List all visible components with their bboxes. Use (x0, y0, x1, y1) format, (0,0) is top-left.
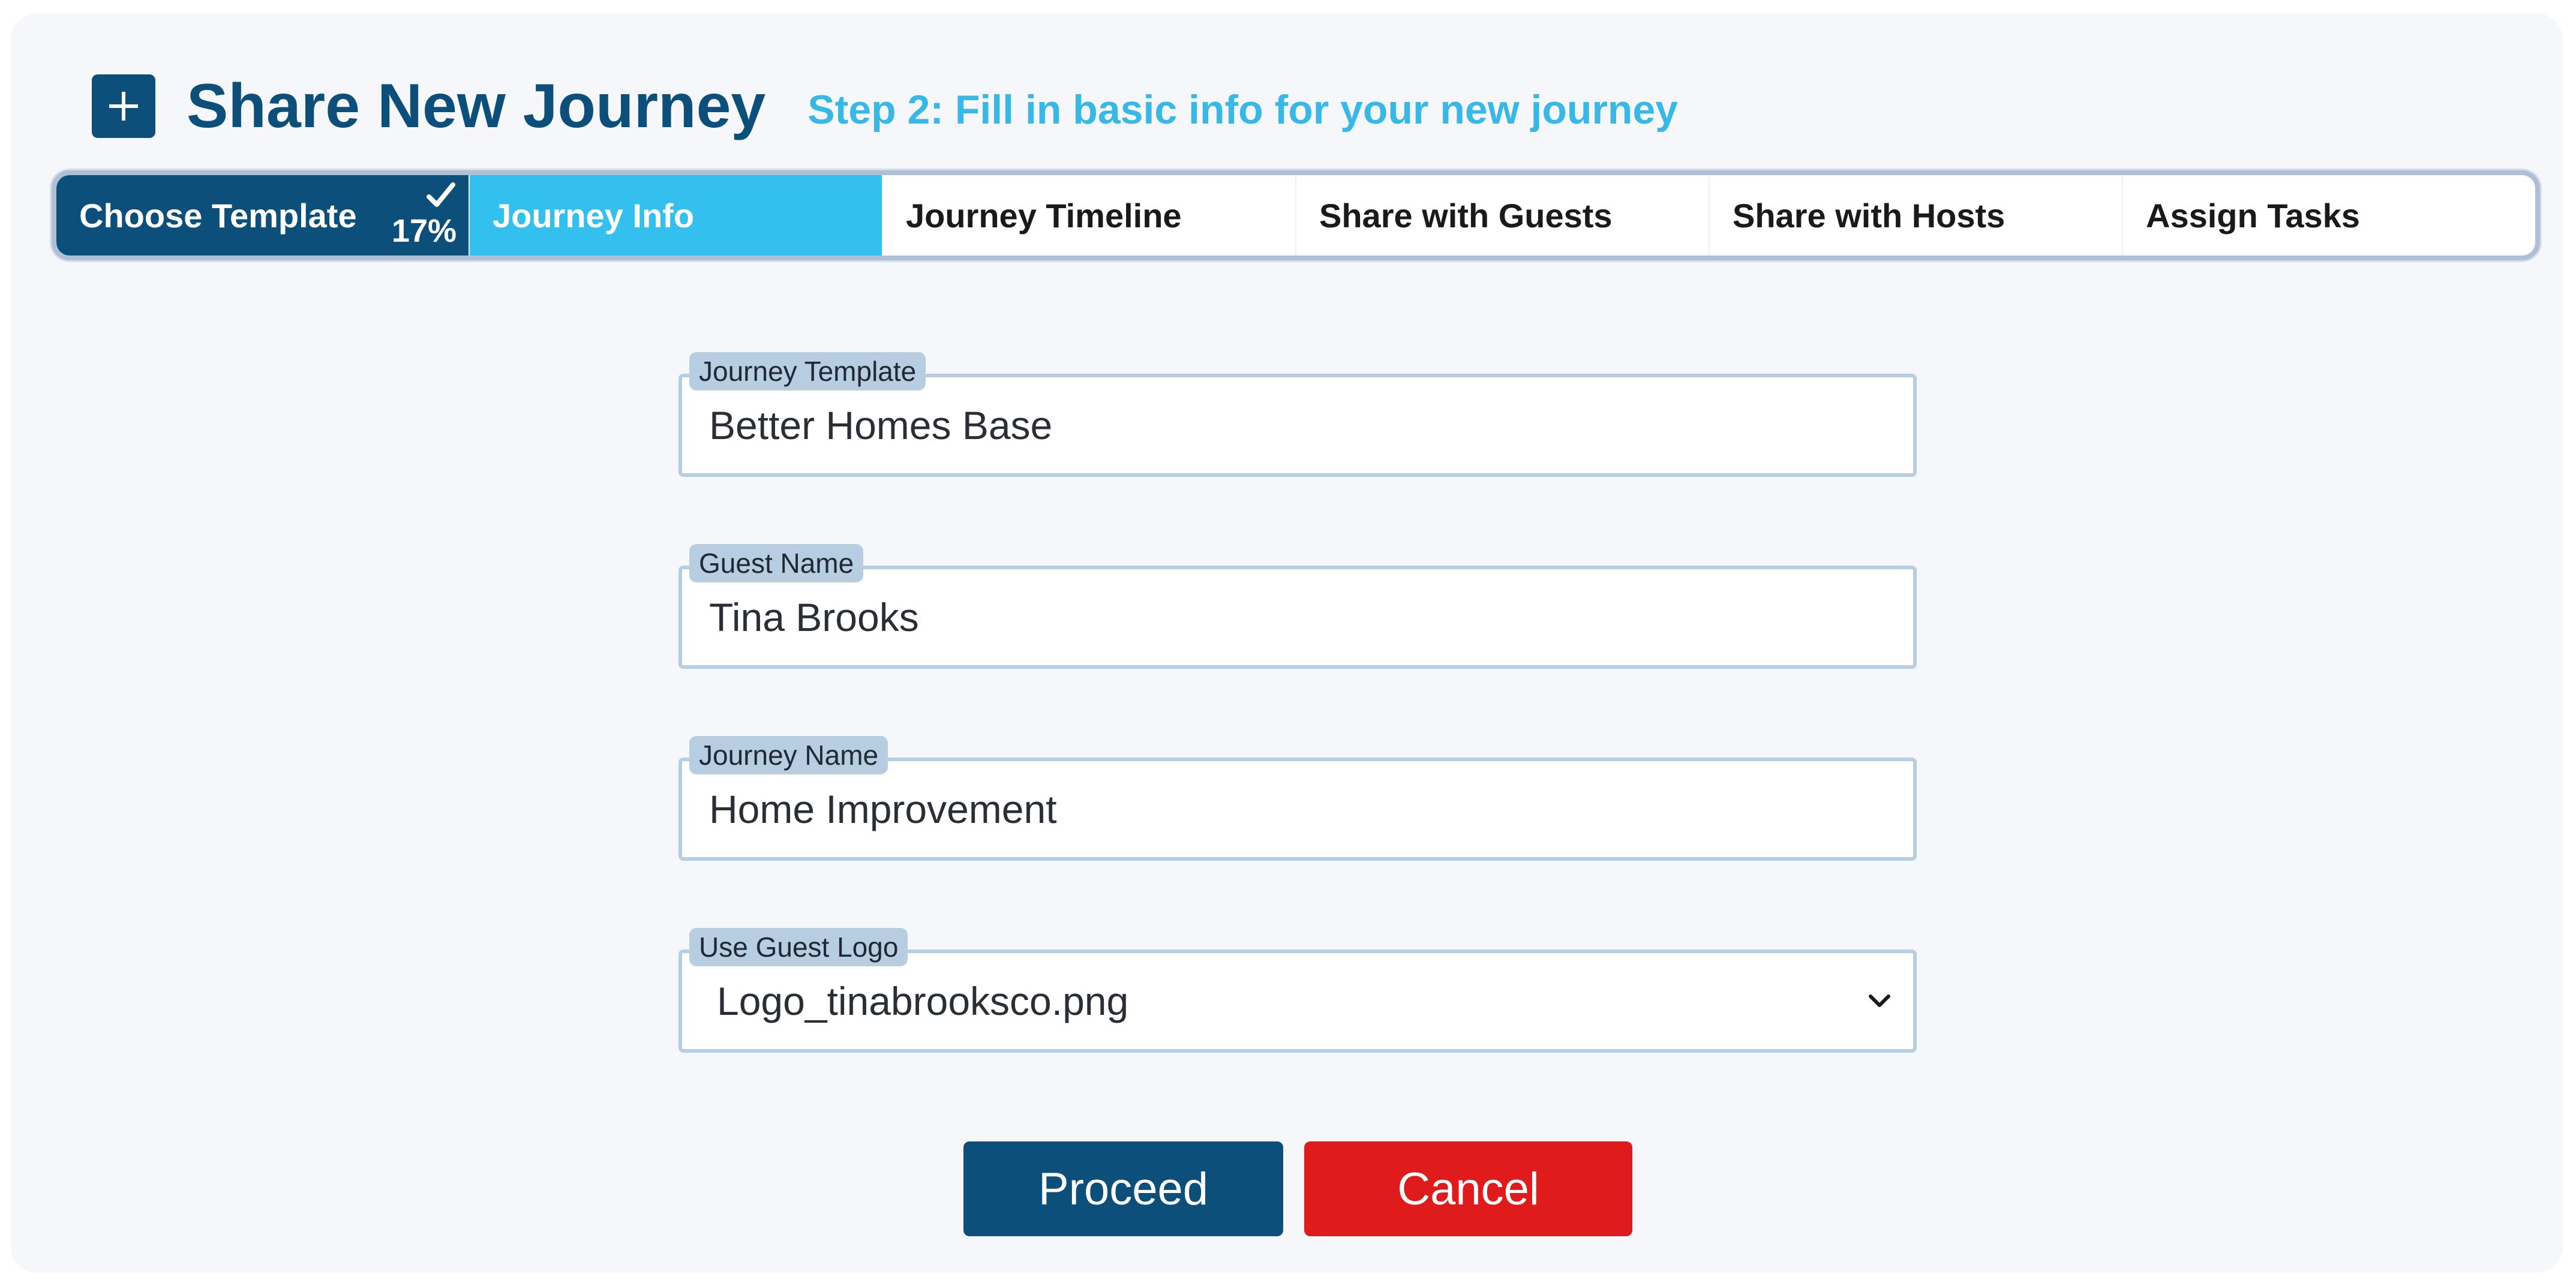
guest-logo-field: Use Guest Logo Logo_tinabrooksco.png (678, 928, 1917, 1053)
guest-logo-label: Use Guest Logo (689, 928, 908, 966)
step-label: Journey Info (493, 196, 695, 235)
step-label: Choose Template (79, 196, 357, 235)
chevron-down-icon (1868, 993, 1892, 1009)
step-label: Journey Timeline (906, 196, 1182, 235)
journey-template-label: Journey Template (689, 352, 926, 390)
page-title: Share New Journey (187, 71, 766, 141)
journey-template-field: Journey Template Better Homes Base (678, 352, 1917, 477)
cancel-button[interactable]: Cancel (1304, 1141, 1632, 1236)
guest-name-label: Guest Name (689, 544, 864, 582)
plus-icon[interactable] (92, 74, 155, 138)
step-journey-info[interactable]: Journey Info (470, 175, 883, 256)
step-share-with-guests[interactable]: Share with Guests (1296, 175, 1710, 256)
guest-name-input[interactable]: Tina Brooks (678, 566, 1917, 669)
guest-logo-selected-value: Logo_tinabrooksco.png (717, 979, 1129, 1023)
proceed-button[interactable]: Proceed (963, 1141, 1283, 1236)
progress-percent: 17% (391, 213, 457, 249)
step-journey-timeline[interactable]: Journey Timeline (883, 175, 1296, 256)
journey-name-field: Journey Name Home Improvement (678, 736, 1917, 861)
page-subtitle: Step 2: Fill in basic info for your new … (807, 87, 1679, 133)
step-label: Share with Hosts (1733, 196, 2005, 235)
step-label: Share with Guests (1319, 196, 1613, 235)
step-label: Assign Tasks (2146, 196, 2360, 235)
journey-info-form: Journey Template Better Homes Base Guest… (678, 352, 1917, 1120)
step-share-with-hosts[interactable]: Share with Hosts (1710, 175, 2123, 256)
guest-name-field: Guest Name Tina Brooks (678, 544, 1917, 669)
step-assign-tasks[interactable]: Assign Tasks (2123, 175, 2535, 256)
form-actions: Proceed Cancel (963, 1141, 1632, 1236)
page-card: Share New Journey Step 2: Fill in basic … (11, 13, 2563, 1273)
journey-name-label: Journey Name (689, 736, 888, 774)
page-header: Share New Journey Step 2: Fill in basic … (92, 58, 1678, 154)
progress-stepper: Choose Template 17% Journey Info Journey… (52, 170, 2540, 260)
step-choose-template[interactable]: Choose Template 17% (56, 175, 470, 256)
